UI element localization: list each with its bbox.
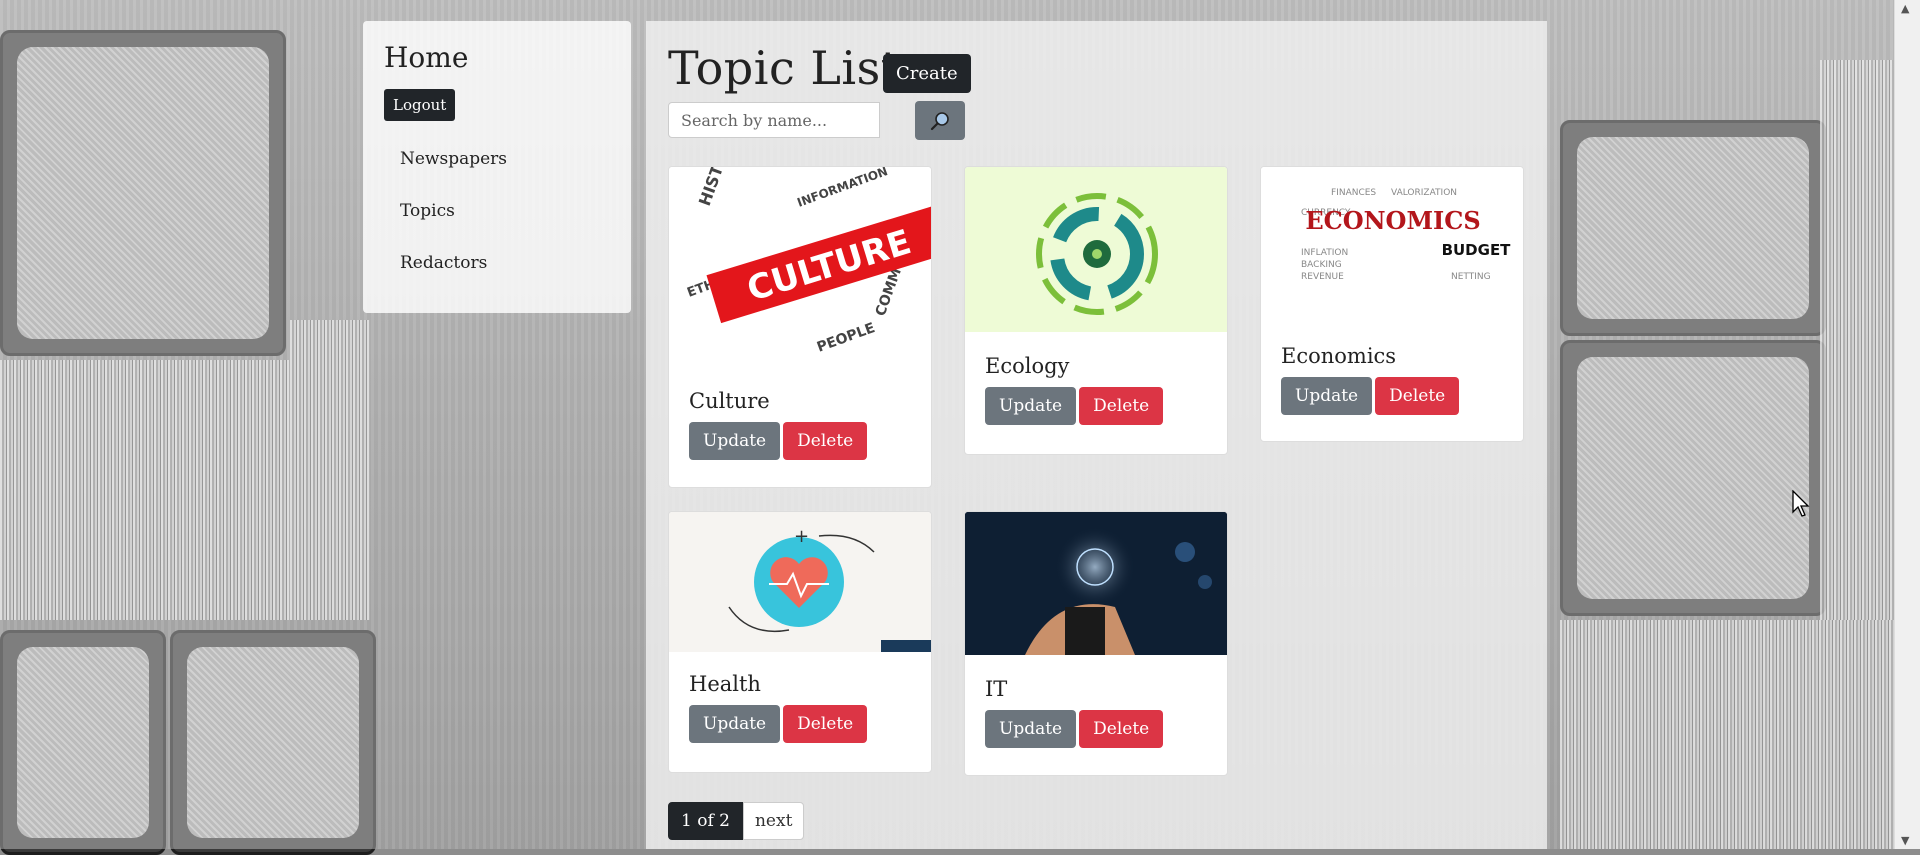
sidebar-item-topics[interactable]: Topics xyxy=(400,201,507,253)
scroll-up-icon[interactable]: ▲ xyxy=(1901,2,1909,15)
pagination: 1 of 2 next xyxy=(668,802,805,840)
topic-card-it: IT Update Delete xyxy=(964,511,1228,776)
scrollbar[interactable]: ▲ ▼ xyxy=(1894,0,1920,849)
topic-name: Economics xyxy=(1281,344,1397,368)
svg-text:PEOPLE: PEOPLE xyxy=(815,320,877,356)
health-image: + xyxy=(669,512,931,652)
svg-text:REVENUE: REVENUE xyxy=(1301,272,1344,282)
delete-button[interactable]: Delete xyxy=(783,705,868,743)
culture-image: HISTORY ETHNIC PEOPLE COMMUNITY INFORMAT… xyxy=(669,167,931,367)
sidebar-nav: Newspapers Topics Redactors xyxy=(400,149,507,305)
sidebar-item-redactors[interactable]: Redactors xyxy=(400,253,507,305)
home-title: Home xyxy=(384,41,469,74)
sidebar: Home Logout Newspapers Topics Redactors xyxy=(363,21,631,313)
topic-card-health: + Health Update Delete xyxy=(668,511,932,773)
update-button[interactable]: Update xyxy=(689,422,781,460)
main-panel: Topic List Create HISTORY ETHNIC PEOPLE … xyxy=(646,21,1547,849)
topic-card-economics: FINANCES VALORIZATION CURRENCY INFLATION… xyxy=(1260,166,1524,442)
economics-image: FINANCES VALORIZATION CURRENCY INFLATION… xyxy=(1261,167,1523,322)
topic-name: Ecology xyxy=(985,354,1070,378)
svg-text:INFORMATION: INFORMATION xyxy=(795,167,889,210)
search-button[interactable] xyxy=(915,101,965,140)
svg-text:INFLATION: INFLATION xyxy=(1301,248,1348,258)
update-button[interactable]: Update xyxy=(689,705,781,743)
ecology-image xyxy=(965,167,1227,332)
update-button[interactable]: Update xyxy=(985,387,1077,425)
svg-text:FINANCES: FINANCES xyxy=(1331,188,1376,198)
svg-text:+: + xyxy=(794,526,809,547)
svg-text:HISTORY: HISTORY xyxy=(695,167,740,208)
svg-text:BACKING: BACKING xyxy=(1301,260,1342,270)
delete-button[interactable]: Delete xyxy=(1375,377,1460,415)
topic-name: Health xyxy=(689,672,761,696)
pagination-next[interactable]: next xyxy=(742,802,805,840)
economics-image-text: ECONOMICS xyxy=(1305,206,1480,235)
update-button[interactable]: Update xyxy=(1281,377,1373,415)
update-button[interactable]: Update xyxy=(985,710,1077,748)
svg-text:VALORIZATION: VALORIZATION xyxy=(1391,188,1457,198)
topic-name: Culture xyxy=(689,389,770,413)
create-button[interactable]: Create xyxy=(883,54,971,93)
sidebar-item-newspapers[interactable]: Newspapers xyxy=(400,149,507,201)
topic-card-culture: HISTORY ETHNIC PEOPLE COMMUNITY INFORMAT… xyxy=(668,166,932,488)
topic-name: IT xyxy=(985,677,1008,701)
scroll-down-icon[interactable]: ▼ xyxy=(1901,834,1909,847)
economics-image-subtext: BUDGET xyxy=(1442,241,1512,259)
search-input[interactable] xyxy=(668,102,880,138)
topic-card-ecology: Ecology Update Delete xyxy=(964,166,1228,455)
delete-button[interactable]: Delete xyxy=(783,422,868,460)
logout-button[interactable]: Logout xyxy=(384,89,456,121)
pagination-current: 1 of 2 xyxy=(668,802,743,840)
page-title: Topic List xyxy=(668,41,900,95)
delete-button[interactable]: Delete xyxy=(1079,710,1164,748)
magnifier-icon xyxy=(930,111,949,130)
it-image xyxy=(965,512,1227,655)
svg-text:NETTING: NETTING xyxy=(1451,272,1491,282)
delete-button[interactable]: Delete xyxy=(1079,387,1164,425)
mouse-pointer-icon xyxy=(1792,490,1810,517)
